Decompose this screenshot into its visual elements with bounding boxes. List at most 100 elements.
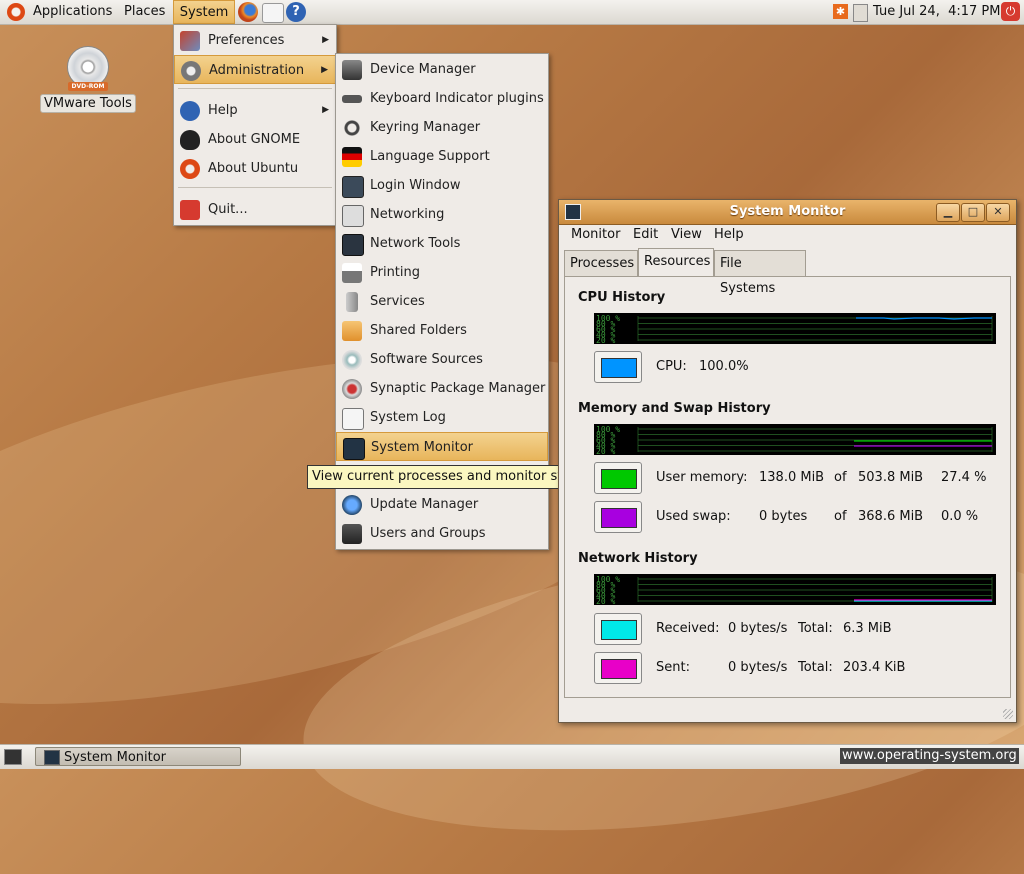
- menu-item-synaptic[interactable]: Synaptic Package Manager: [336, 374, 548, 403]
- cpu-graph-svg: 100 %80 %60 %40 %20 %: [596, 314, 993, 345]
- system-dropdown: Preferences ▶ Administration ▶ Help ▶ About…: [173, 24, 337, 226]
- menu-view[interactable]: View: [671, 227, 702, 242]
- received-color-button[interactable]: [594, 613, 642, 645]
- evolution-icon[interactable]: [262, 3, 284, 23]
- menu-item-update-manager[interactable]: Update Manager: [336, 490, 548, 519]
- menu-item-software-sources[interactable]: Software Sources: [336, 345, 548, 374]
- ubuntu-logo-icon[interactable]: [7, 3, 25, 21]
- server-icon: [346, 292, 358, 312]
- menu-item-login-window[interactable]: Login Window: [336, 171, 548, 200]
- update-manager-icon: [342, 495, 362, 515]
- network-graph-svg: 100 %80 %60 %40 %20 %: [596, 575, 993, 606]
- swap-used: 0 bytes: [759, 509, 808, 524]
- firefox-icon[interactable]: [238, 2, 258, 22]
- menu-item-services[interactable]: Services: [336, 287, 548, 316]
- menu-item-network-tools[interactable]: Network Tools: [336, 229, 548, 258]
- tab-resources[interactable]: Resources: [638, 248, 714, 277]
- resize-grip[interactable]: [1003, 709, 1013, 719]
- watermark: www.operating-system.org: [840, 748, 1019, 764]
- maximize-button[interactable]: □: [961, 203, 985, 222]
- received-label: Received:: [656, 621, 720, 636]
- menu-item-system-monitor[interactable]: System Monitor: [336, 432, 548, 461]
- menu-item-about-ubuntu[interactable]: About Ubuntu: [174, 154, 336, 183]
- submenu-arrow-icon: ▶: [322, 105, 329, 115]
- help-icon[interactable]: ?: [286, 2, 306, 22]
- user-memory-color-swatch: [601, 469, 637, 489]
- system-menu-label: System: [179, 5, 229, 20]
- network-history-heading: Network History: [578, 551, 698, 566]
- close-button[interactable]: ✕: [986, 203, 1010, 222]
- preferences-icon: [180, 31, 200, 51]
- received-total: 6.3 MiB: [843, 621, 892, 636]
- cpu-label: CPU:: [656, 359, 687, 374]
- menu-help[interactable]: Help: [714, 227, 744, 242]
- menu-item-printing[interactable]: Printing: [336, 258, 548, 287]
- minimize-button[interactable]: ▁: [936, 203, 960, 222]
- shutdown-icon: [180, 200, 200, 220]
- menu-monitor[interactable]: Monitor: [571, 227, 620, 242]
- menu-item-networking[interactable]: Networking: [336, 200, 548, 229]
- tab-processes[interactable]: Processes: [564, 250, 638, 276]
- cpu-color-button[interactable]: [594, 351, 642, 383]
- swap-percent: 0.0 %: [941, 509, 979, 524]
- user-memory-percent: 27.4 %: [941, 470, 987, 485]
- cpu-history-heading: CPU History: [578, 290, 666, 305]
- system-menu[interactable]: System: [173, 0, 235, 24]
- sent-color-button[interactable]: [594, 652, 642, 684]
- tab-file-systems[interactable]: File Systems: [714, 250, 806, 296]
- top-panel: Applications Places System ? ✱ Tue Jul 2…: [0, 0, 1024, 25]
- submenu-arrow-icon: ▶: [321, 65, 328, 75]
- swap-total: 368.6 MiB: [858, 509, 924, 524]
- system-monitor-window: System Monitor ▁ □ ✕ Monitor Edit View H…: [558, 199, 1017, 723]
- shutdown-icon[interactable]: ⏻: [1001, 2, 1020, 21]
- received-rate: 0 bytes/s: [728, 621, 788, 636]
- swap-label: Used swap:: [656, 509, 731, 524]
- network-tools-icon: [342, 234, 364, 256]
- menu-edit[interactable]: Edit: [633, 227, 658, 242]
- clock[interactable]: Tue Jul 24, 4:17 PM: [873, 0, 1000, 24]
- submenu-arrow-icon: ▶: [322, 35, 329, 45]
- show-desktop-icon[interactable]: [4, 749, 22, 765]
- swap-color-swatch: [601, 508, 637, 528]
- title-bar[interactable]: System Monitor ▁ □ ✕: [559, 200, 1016, 225]
- menu-item-about-gnome[interactable]: About GNOME: [174, 125, 336, 154]
- menu-item-device-manager[interactable]: Device Manager: [336, 55, 548, 84]
- desktop-icon-vmware-tools[interactable]: DVD-ROM VMware Tools: [40, 46, 136, 113]
- cpu-line: [856, 317, 992, 320]
- menu-item-help[interactable]: Help ▶: [174, 96, 336, 125]
- menu-separator: [178, 88, 332, 89]
- sent-total: 203.4 KiB: [843, 660, 906, 675]
- menu-item-preferences[interactable]: Preferences ▶: [174, 26, 336, 55]
- places-menu[interactable]: Places: [124, 0, 165, 24]
- menu-item-users-and-groups[interactable]: Users and Groups: [336, 519, 548, 548]
- user-memory-total: 503.8 MiB: [858, 470, 924, 485]
- desktop-icon-label: VMware Tools: [40, 94, 136, 113]
- received-color-swatch: [601, 620, 637, 640]
- user-memory-color-button[interactable]: [594, 462, 642, 494]
- network-icon: [342, 205, 364, 227]
- taskbar-button-label: System Monitor: [64, 750, 167, 765]
- clipboard-icon[interactable]: [853, 4, 868, 22]
- menu-separator: [178, 187, 332, 188]
- system-monitor-icon: [44, 750, 60, 765]
- user-memory-label: User memory:: [656, 470, 748, 485]
- device-manager-icon: [342, 60, 362, 80]
- swap-color-button[interactable]: [594, 501, 642, 533]
- cpu-color-swatch: [601, 358, 637, 378]
- keyboard-icon: [342, 95, 362, 103]
- taskbar-button-system-monitor[interactable]: System Monitor: [35, 747, 241, 766]
- sent-label: Sent:: [656, 660, 690, 675]
- applications-menu[interactable]: Applications: [33, 0, 112, 24]
- menu-item-shared-folders[interactable]: Shared Folders: [336, 316, 548, 345]
- menu-item-keyboard-indicator[interactable]: Keyboard Indicator plugins: [336, 84, 548, 113]
- update-notifier-icon[interactable]: ✱: [833, 4, 848, 19]
- graph-tick-label: 20 %: [596, 447, 615, 455]
- help-icon: [180, 101, 200, 121]
- menu-item-quit[interactable]: Quit...: [174, 195, 336, 224]
- menu-item-language-support[interactable]: Language Support: [336, 142, 548, 171]
- memory-graph: 100 % 80 % 60 % 40 % 20 %: [594, 424, 996, 456]
- network-graph: 100 % 80 % 60 % 40 % 20 %: [594, 574, 996, 606]
- menu-item-administration[interactable]: Administration ▶: [174, 55, 336, 84]
- menu-item-system-log[interactable]: System Log: [336, 403, 548, 432]
- menu-item-keyring-manager[interactable]: Keyring Manager: [336, 113, 548, 142]
